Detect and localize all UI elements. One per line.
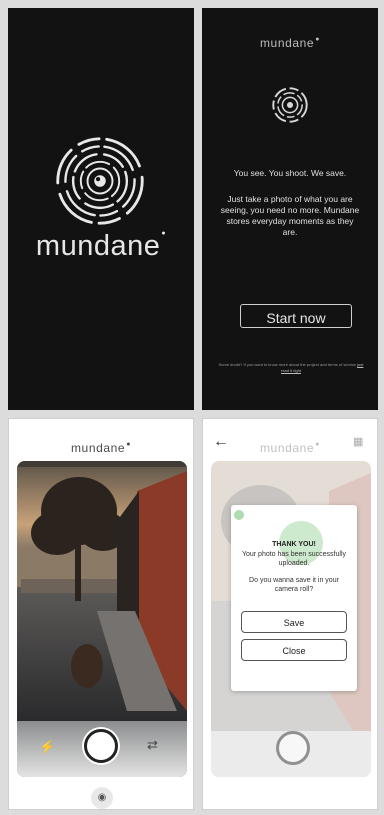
camera-preview-image — [17, 461, 187, 721]
gallery-icon[interactable]: ▦ — [353, 435, 367, 448]
brand-logo: mundane● — [259, 36, 321, 50]
fine-print: Some doubt? If you want to know more abo… — [218, 362, 364, 373]
modal-question: Do you wanna save it in your camera roll… — [249, 577, 339, 593]
modal-title: THANK YOU! — [272, 541, 316, 548]
upload-success-modal: THANK YOU! Your photo has been successfu… — [231, 505, 357, 691]
tagline: You see. You shoot. We save. — [233, 168, 347, 178]
close-button[interactable]: Close — [241, 639, 347, 661]
start-now-button[interactable]: Start now — [240, 304, 352, 328]
mundane-logo-icon — [272, 87, 308, 123]
camera-screen: mundane● ⚡ ⇄ ◉ — [8, 418, 194, 810]
modal-message: Your photo has been successfully uploade… — [241, 551, 347, 567]
shutter-button[interactable] — [84, 729, 118, 763]
mundane-logo-icon — [56, 137, 144, 225]
splash-screen: mundane● — [8, 8, 194, 410]
onboarding-screen: mundane● You see. You shoot. We save. Ju… — [202, 8, 378, 410]
brand-logo: mundane● — [70, 441, 132, 455]
eye-icon[interactable]: ◉ — [91, 787, 113, 809]
description: Just take a photo of what you are seeing… — [220, 194, 360, 238]
save-button[interactable]: Save — [241, 611, 347, 633]
shutter-button — [276, 731, 310, 765]
brand-logo: mundane● — [259, 441, 321, 455]
switch-camera-icon[interactable]: ⇄ — [147, 737, 158, 753]
splash-wordmark: mundane● — [35, 230, 167, 262]
upload-screen: ← mundane● ▦ THANK YOU! Your photo has b… — [202, 418, 378, 810]
flash-icon[interactable]: ⚡ — [39, 739, 55, 755]
camera-controls: ⚡ ⇄ — [17, 721, 187, 777]
camera-viewfinder[interactable]: ⚡ ⇄ — [17, 461, 187, 777]
